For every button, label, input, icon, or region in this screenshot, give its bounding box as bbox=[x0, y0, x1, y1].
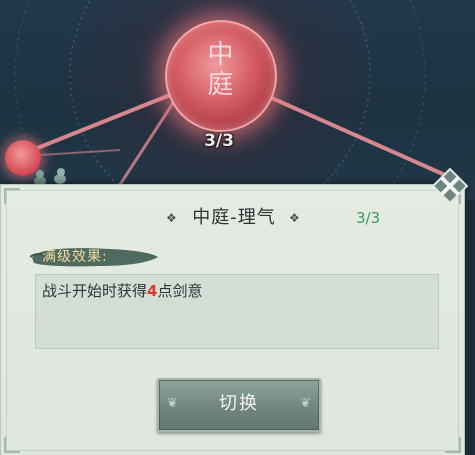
node-glyph-top: 中 bbox=[207, 40, 235, 70]
panel-title-row: ❖ 中庭-理气 ❖ 3/3 bbox=[0, 206, 463, 232]
switch-button[interactable]: ❦ 切换 ❦ bbox=[157, 378, 321, 432]
skill-title: 中庭-理气 bbox=[192, 207, 276, 228]
switch-button-label: 切换 bbox=[219, 393, 259, 414]
skill-node-main[interactable]: 中 庭 bbox=[165, 20, 277, 132]
game-scene: 中 庭 3/3 ❖ 中庭-理气 ❖ 3/3 满级效果: 战斗开始时获得4点剑意 … bbox=[0, 0, 475, 455]
node-glyph-bottom: 庭 bbox=[207, 70, 235, 100]
button-ornament-icon: ❦ bbox=[300, 396, 311, 411]
skill-level: 3/3 bbox=[356, 209, 381, 227]
effect-text-prefix: 战斗开始时获得 bbox=[42, 282, 148, 300]
effect-text-suffix: 点剑意 bbox=[157, 282, 203, 300]
effect-description: 战斗开始时获得4点剑意 bbox=[42, 281, 202, 301]
effect-value: 4 bbox=[147, 282, 158, 300]
close-button[interactable] bbox=[431, 167, 469, 205]
diamond-ornament-icon: ❖ bbox=[289, 211, 300, 225]
effect-label: 满级效果: bbox=[42, 249, 108, 265]
diamond-ornament-icon: ❖ bbox=[166, 211, 177, 225]
effect-label-banner: 满级效果: bbox=[30, 244, 160, 270]
node-glyph: 中 庭 bbox=[167, 40, 275, 100]
close-x-icon bbox=[431, 167, 469, 205]
node-progress: 3/3 bbox=[204, 131, 234, 151]
panel-corner-decoration bbox=[445, 437, 461, 453]
panel-corner-decoration bbox=[4, 437, 20, 453]
effect-description-box: 战斗开始时获得4点剑意 bbox=[35, 274, 439, 349]
panel-corner-decoration bbox=[4, 188, 20, 204]
